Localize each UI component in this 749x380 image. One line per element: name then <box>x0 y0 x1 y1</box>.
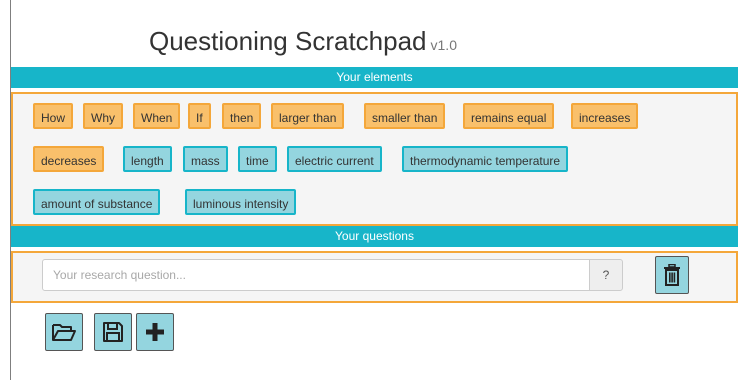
save-button[interactable] <box>94 313 132 351</box>
app-title: Questioning Scratchpad <box>149 26 427 56</box>
app-version: v1.0 <box>430 37 457 53</box>
element-chip[interactable]: How <box>33 103 74 129</box>
element-chip[interactable]: thermodynamic temperature <box>402 146 569 172</box>
element-chip[interactable]: amount of substance <box>33 189 161 215</box>
element-chip[interactable]: Why <box>83 103 123 129</box>
element-chip[interactable]: larger than <box>271 103 345 129</box>
element-chip[interactable]: decreases <box>33 146 105 172</box>
trash-button[interactable] <box>655 256 689 294</box>
trash-icon <box>664 264 680 286</box>
element-chip-list: How Why When If then larger than smaller than r… <box>13 94 736 224</box>
help-button[interactable]: ? <box>589 259 623 291</box>
page-title: Questioning Scratchpad v1.0 <box>149 26 457 57</box>
element-chip[interactable]: If <box>188 103 211 129</box>
research-question-input[interactable] <box>42 259 590 291</box>
element-chip[interactable]: time <box>238 146 277 172</box>
element-chip[interactable]: electric current <box>287 146 382 172</box>
element-chip[interactable]: remains equal <box>463 103 555 129</box>
open-button[interactable] <box>45 313 83 351</box>
element-chip[interactable]: smaller than <box>364 103 446 129</box>
element-chip[interactable]: then <box>222 103 262 129</box>
add-button[interactable] <box>136 313 174 351</box>
questions-header: Your questions <box>11 226 738 247</box>
element-chip[interactable]: mass <box>183 146 228 172</box>
element-chip[interactable]: When <box>133 103 181 129</box>
folder-open-icon <box>52 324 76 341</box>
floppy-disk-icon <box>103 322 123 342</box>
element-chip[interactable]: luminous intensity <box>185 189 297 215</box>
elements-panel: How Why When If then larger than smaller than r… <box>11 92 738 226</box>
elements-header: Your elements <box>11 67 738 88</box>
element-chip[interactable]: increases <box>571 103 639 129</box>
element-chip[interactable]: length <box>123 146 172 172</box>
plus-icon <box>146 323 164 341</box>
